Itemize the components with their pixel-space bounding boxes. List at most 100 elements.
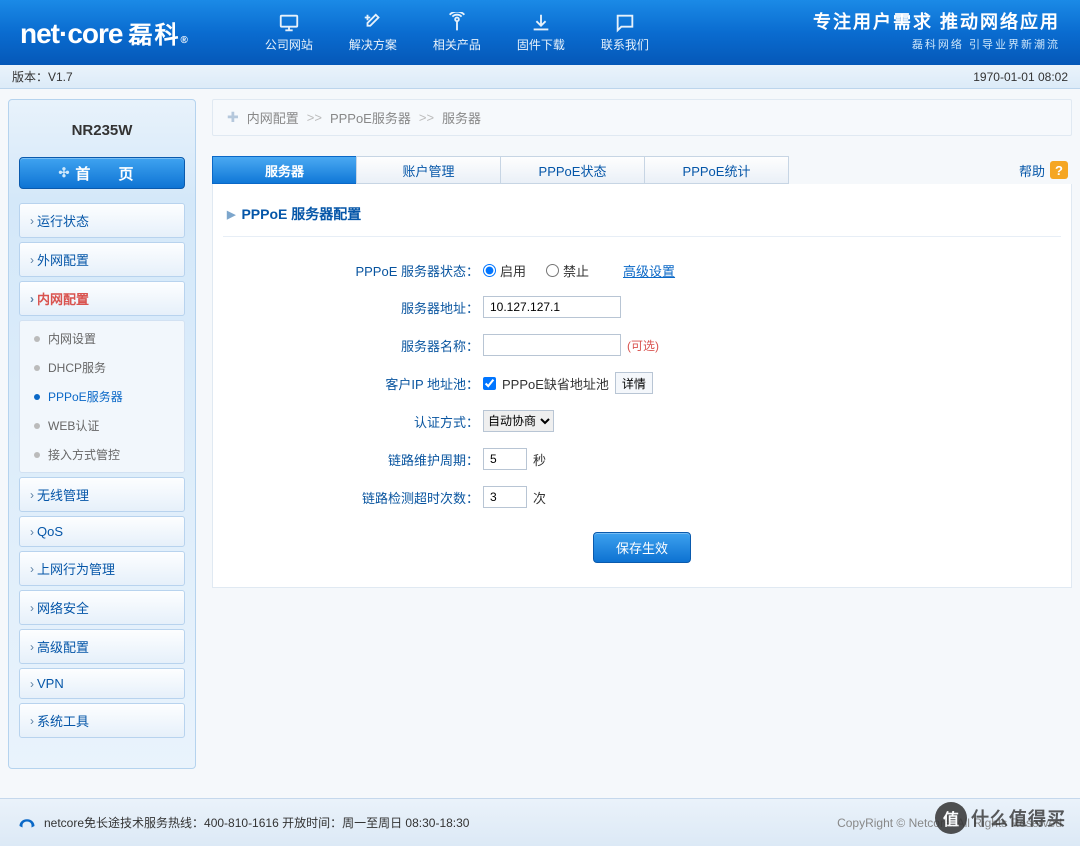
footer: netcore免长途技术服务热线：400-810-1616 开放时间：周一至周日… [0,798,1080,846]
chevron-right-icon: › [30,292,34,306]
sidebar-item-vpn[interactable]: ›VPN [19,668,185,699]
topnav-company[interactable]: 公司网站 [247,6,331,59]
version-label: 版本：V1.7 [12,68,73,85]
home-button[interactable]: ✣ 首 页 [19,157,185,189]
brand-logo: net·core 磊科® [0,15,207,50]
radio-enable[interactable]: 启用 [483,261,526,280]
sidebar-item-wireless[interactable]: ›无线管理 [19,477,185,512]
auth-label: 认证方式： [223,412,483,431]
radio-disable-input[interactable] [546,264,559,277]
panel-title: ▶ PPPoE 服务器配置 [223,200,1061,237]
slogan: 专注用户需求 推动网络应用 磊科网络 引导业界新潮流 [813,8,1060,52]
pool-detail-button[interactable]: 详情 [615,372,653,394]
model-label: NR235W [15,108,189,157]
plus-icon: ✣ [58,165,69,181]
dot-icon [34,394,40,400]
dot-icon [34,365,40,371]
radio-enable-label: 启用 [500,261,526,280]
tab-stats[interactable]: PPPoE统计 [644,156,789,184]
radio-disable[interactable]: 禁止 [546,261,589,280]
row-timeout: 链路检测超时次数： 次 [223,486,1061,508]
chevron-right-icon: › [30,601,34,615]
save-button[interactable]: 保存生效 [593,532,691,563]
save-row: 保存生效 [223,532,1061,563]
sidebar-item-lan[interactable]: ›内网配置 [19,281,185,316]
help-label: 帮助 [1019,161,1045,180]
help-icon: ? [1050,161,1068,179]
chevron-right-icon: › [30,525,34,539]
sidebar-item-system[interactable]: ›系统工具 [19,703,185,738]
sidebar-sub-access[interactable]: 接入方式管控 [20,440,184,469]
sidebar-sub-dhcp[interactable]: DHCP服务 [20,353,184,382]
breadcrumb-plus-icon: ✚ [227,109,239,126]
tab-label: PPPoE状态 [539,161,607,180]
sidebar-item-status[interactable]: ›运行状态 [19,203,185,238]
help-link[interactable]: 帮助 ? [1019,161,1072,180]
sidebar-item-wan[interactable]: ›外网配置 [19,242,185,277]
crumb-sep: >> [419,110,434,125]
topnav-solution[interactable]: 解决方案 [331,6,415,59]
tabs-row: 服务器 账户管理 PPPoE状态 PPPoE统计 帮助 ? [212,156,1072,184]
slogan-line1: 专注用户需求 推动网络应用 [813,8,1060,34]
server-addr-input[interactable] [483,296,621,318]
sub-bar: 版本：V1.7 1970-01-01 08:02 [0,65,1080,89]
sidebar-item-advanced[interactable]: ›高级配置 [19,629,185,664]
app-header: net·core 磊科® 公司网站 解决方案 相关产品 固件下载 联系我们 专注… [0,0,1080,65]
row-server-status: PPPoE 服务器状态： 启用 禁止 高级设置 [223,261,1061,280]
crumb-pppoe[interactable]: PPPoE服务器 [330,108,411,127]
sidebar-item-label: 内网配置 [37,289,89,308]
sidebar: NR235W ✣ 首 页 ›运行状态 ›外网配置 ›内网配置 内网设置 DHCP… [8,99,196,769]
crumb-lan[interactable]: 内网配置 [247,108,299,127]
tab-label: 服务器 [265,161,304,180]
timeout-input[interactable] [483,486,527,508]
sidebar-sub-label: DHCP服务 [48,359,106,376]
dot-icon [34,423,40,429]
sidebar-item-label: 外网配置 [37,250,89,269]
row-auth: 认证方式： 自动协商 [223,410,1061,432]
sidebar-item-label: 无线管理 [37,485,89,504]
sidebar-sub-lansetting[interactable]: 内网设置 [20,324,184,353]
form: PPPoE 服务器状态： 启用 禁止 高级设置 服务器地址： 服务器名称： ( [223,237,1061,563]
sidebar-sub-pppoe[interactable]: PPPoE服务器 [20,382,184,411]
chevron-right-icon: › [30,253,34,267]
sidebar-sub-webauth[interactable]: WEB认证 [20,411,184,440]
radio-enable-input[interactable] [483,264,496,277]
server-name-input[interactable] [483,334,621,356]
topnav-label: 固件下载 [517,36,565,53]
topnav-label: 解决方案 [349,36,397,53]
topnav-contact[interactable]: 联系我们 [583,6,667,59]
sidebar-item-qos[interactable]: ›QoS [19,516,185,547]
tab-status[interactable]: PPPoE状态 [500,156,645,184]
topnav-products[interactable]: 相关产品 [415,6,499,59]
topnav-label: 联系我们 [601,36,649,53]
tab-label: 账户管理 [402,161,454,180]
brand-en: net·core [20,18,122,50]
row-ip-pool: 客户IP 地址池： PPPoE缺省地址池 详情 [223,372,1061,394]
tab-server[interactable]: 服务器 [212,156,357,184]
sidebar-item-label: 高级配置 [37,637,89,656]
pool-checkbox[interactable] [483,377,496,390]
crumb-server: 服务器 [442,108,481,127]
sidebar-item-label: 系统工具 [37,711,89,730]
topnav-label: 公司网站 [265,36,313,53]
timeout-label: 链路检测超时次数： [223,488,483,507]
sidebar-item-security[interactable]: ›网络安全 [19,590,185,625]
advanced-link[interactable]: 高级设置 [623,261,675,280]
main-area: NR235W ✣ 首 页 ›运行状态 ›外网配置 ›内网配置 内网设置 DHCP… [0,89,1080,769]
auth-select[interactable]: 自动协商 [483,410,554,432]
row-server-addr: 服务器地址： [223,296,1061,318]
keepalive-input[interactable] [483,448,527,470]
status-label: PPPoE 服务器状态： [223,261,483,280]
triangle-right-icon: ▶ [227,208,235,221]
sidebar-item-behavior[interactable]: ›上网行为管理 [19,551,185,586]
tab-accounts[interactable]: 账户管理 [356,156,501,184]
content-area: ✚ 内网配置 >> PPPoE服务器 >> 服务器 服务器 账户管理 PPPoE… [212,99,1072,769]
chevron-right-icon: › [30,677,34,691]
sidebar-item-label: VPN [37,676,64,691]
topnav-firmware[interactable]: 固件下载 [499,6,583,59]
sidebar-sub-label: PPPoE服务器 [48,388,123,405]
sidebar-sub-label: 内网设置 [48,330,96,347]
sidebar-item-label: 网络安全 [37,598,89,617]
row-server-name: 服务器名称： (可选) [223,334,1061,356]
sidebar-sub-label: WEB认证 [48,417,99,434]
